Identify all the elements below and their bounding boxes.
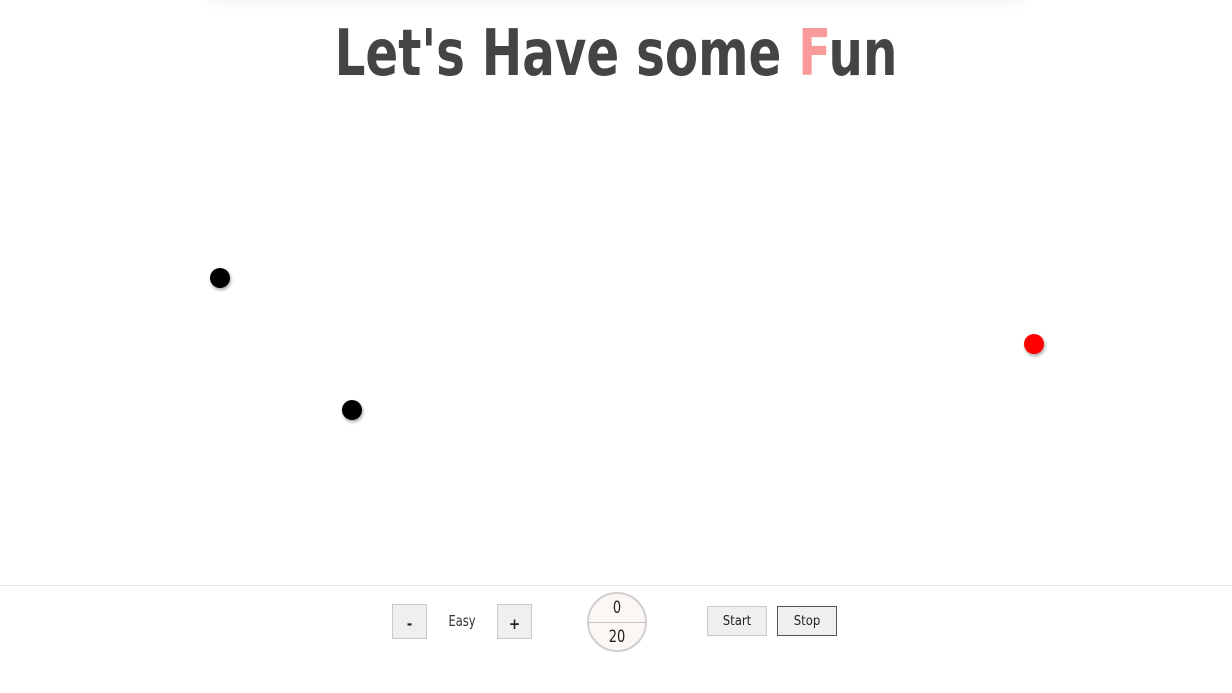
level-label: Easy bbox=[448, 612, 476, 630]
black-ball[interactable] bbox=[342, 400, 362, 420]
control-bar: - Easy + 0 20 Start Stop bbox=[0, 585, 1232, 693]
title-text-after: un bbox=[828, 17, 898, 91]
current-score: 0 bbox=[612, 598, 622, 618]
score-display: 0 20 bbox=[587, 592, 647, 652]
decrease-level-button[interactable]: - bbox=[392, 604, 427, 639]
target-score: 20 bbox=[608, 627, 626, 647]
stop-button[interactable]: Stop bbox=[777, 606, 837, 636]
start-button[interactable]: Start bbox=[707, 606, 767, 636]
black-ball[interactable] bbox=[210, 268, 230, 288]
increase-level-button[interactable]: + bbox=[497, 604, 532, 639]
score-divider bbox=[589, 622, 645, 623]
page-title: Let's Have some Fun bbox=[99, 12, 1134, 96]
title-accent-letter: F bbox=[798, 17, 829, 91]
title-text-before: Let's Have some bbox=[334, 17, 799, 91]
red-ball[interactable] bbox=[1024, 334, 1044, 354]
game-area[interactable] bbox=[0, 100, 1232, 585]
